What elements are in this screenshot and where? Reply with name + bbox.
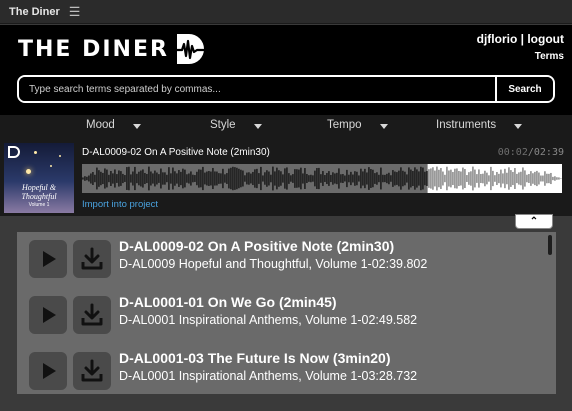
result-title: D-AL0001-01 On We Go (2min45) (119, 294, 337, 310)
filter-instruments[interactable]: Instruments (436, 119, 523, 131)
cover-star-icon (34, 151, 37, 154)
window-titlebar: The Diner ☰ (0, 0, 572, 24)
download-button[interactable] (73, 296, 111, 334)
chevron-down-icon (253, 124, 262, 129)
logout-link[interactable]: logout (527, 32, 564, 46)
result-subtitle: D-AL0001 Inspirational Anthems, Volume 1… (119, 313, 418, 327)
logo-text: THE DINER (18, 36, 169, 62)
window-title: The Diner (9, 5, 60, 18)
play-icon (43, 307, 56, 323)
results-list: D-AL0009-02 On A Positive Note (2min30) … (17, 232, 556, 394)
cover-star-icon (59, 155, 61, 157)
play-button[interactable] (29, 240, 67, 278)
download-icon (81, 359, 103, 382)
collapse-player-button[interactable]: ⌃ (515, 214, 553, 229)
album-cover: Hopeful & Thoughtful Volume 1 (4, 143, 74, 213)
now-playing-title: D-AL0009-02 On A Positive Note (2min30) (82, 147, 270, 158)
search-input[interactable] (19, 77, 495, 101)
download-button[interactable] (73, 240, 111, 278)
logo[interactable]: THE DINER (18, 31, 207, 67)
result-subtitle: D-AL0001 Inspirational Anthems, Volume 1… (119, 369, 418, 383)
time-display: 00:02/02:39 (498, 147, 564, 158)
result-title: D-AL0009-02 On A Positive Note (2min30) (119, 238, 395, 254)
footer-area (0, 394, 572, 411)
app-header: THE DINER djflorio | logout Terms Search (0, 25, 572, 115)
terms-link[interactable]: Terms (477, 51, 564, 62)
import-project-link[interactable]: Import into project (82, 199, 158, 210)
scrollbar[interactable] (548, 235, 552, 255)
cover-logo-icon (8, 146, 20, 158)
result-subtitle: D-AL0009 Hopeful and Thoughtful, Volume … (119, 257, 428, 271)
chevron-up-icon: ⌃ (529, 216, 539, 227)
user-separator: | (520, 32, 524, 46)
cover-star-icon (26, 169, 31, 174)
time-total: 02:39 (533, 147, 564, 158)
filter-tempo[interactable]: Tempo (327, 119, 388, 131)
play-button[interactable] (29, 352, 67, 390)
hamburger-icon[interactable]: ☰ (69, 5, 81, 18)
chevron-down-icon (514, 124, 523, 129)
audio-player: Hopeful & Thoughtful Volume 1 D-AL0009-0… (0, 141, 572, 216)
play-button[interactable] (29, 296, 67, 334)
logo-d-mark-icon (174, 34, 206, 64)
chevron-down-icon (379, 124, 388, 129)
time-current: 00:02 (497, 147, 528, 158)
search-bar: Search (17, 75, 555, 103)
download-button[interactable] (73, 352, 111, 390)
filter-bar: Mood Style Tempo Instruments (0, 115, 572, 141)
filter-mood[interactable]: Mood (86, 119, 141, 131)
result-title: D-AL0001-03 The Future Is Now (3min20) (119, 350, 391, 366)
cover-star-icon (50, 165, 52, 167)
cover-title: Hopeful & Thoughtful (21, 183, 57, 201)
download-icon (81, 303, 103, 326)
play-icon (43, 251, 56, 267)
user-box: djflorio | logout Terms (477, 32, 564, 62)
cover-subtitle: Volume 1 (28, 202, 50, 208)
filter-style[interactable]: Style (210, 119, 262, 131)
filter-label: Tempo (327, 119, 362, 131)
user-link[interactable]: djflorio (477, 32, 518, 46)
chevron-down-icon (132, 124, 141, 129)
filter-label: Style (210, 119, 236, 131)
filter-label: Instruments (436, 119, 497, 131)
waveform-seekbar[interactable] (82, 164, 562, 193)
play-icon (43, 363, 56, 379)
filter-label: Mood (86, 119, 115, 131)
download-icon (81, 247, 103, 270)
search-button[interactable]: Search (495, 77, 553, 101)
